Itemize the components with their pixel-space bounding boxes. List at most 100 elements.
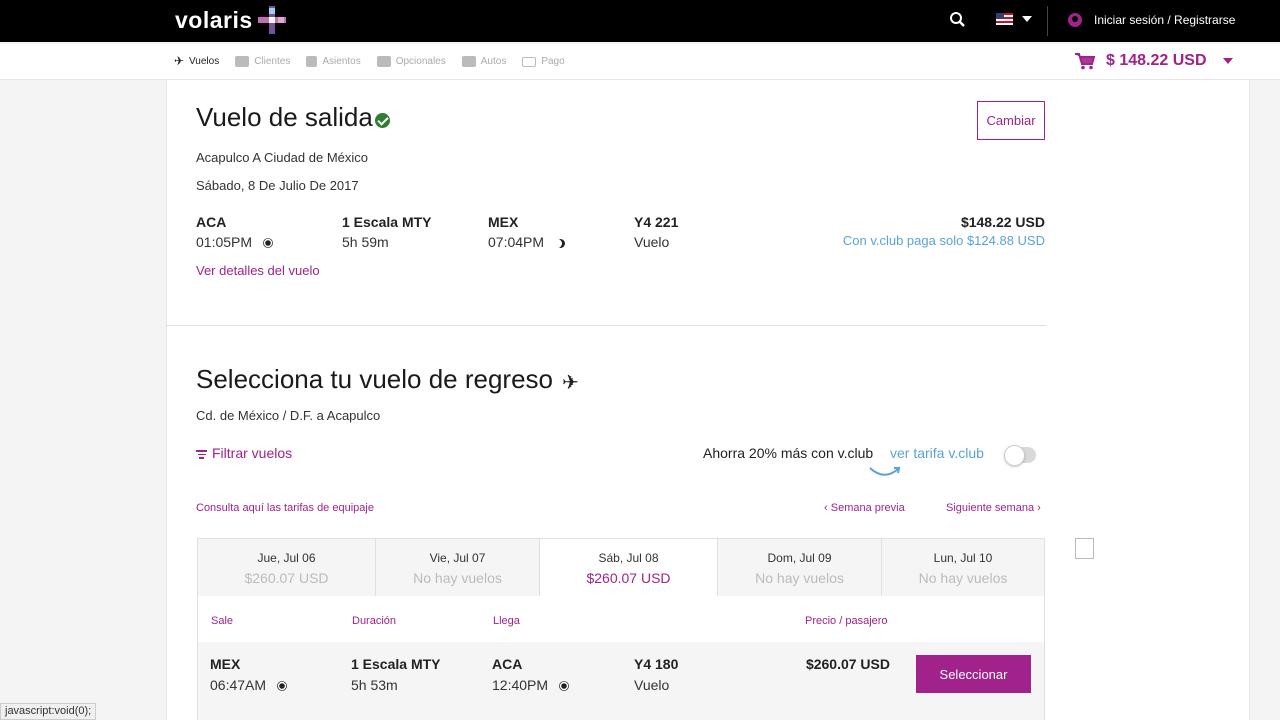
filter-icon bbox=[196, 448, 207, 461]
outbound-flight-type: Vuelo bbox=[634, 234, 670, 250]
next-week-label: Siguiente semana bbox=[946, 502, 1035, 514]
step-label: Vuelos bbox=[189, 56, 220, 67]
return-title: Selecciona tu vuelo de regreso bbox=[196, 364, 554, 394]
step-autos[interactable]: Autos bbox=[461, 56, 507, 67]
flight-number: Y4 180 bbox=[634, 656, 679, 672]
previous-week-link[interactable]: ‹ Semana previa bbox=[824, 502, 905, 514]
date-tab[interactable]: Jue, Jul 06 $260.07 USD bbox=[198, 539, 376, 597]
outbound-date: Sábado, 8 De Julio De 2017 bbox=[196, 178, 359, 193]
tab-price: $260.07 USD bbox=[244, 570, 329, 586]
column-header-price: Precio / pasajero bbox=[805, 615, 888, 627]
extras-icon bbox=[376, 56, 391, 67]
tab-price: $260.07 USD bbox=[586, 570, 671, 586]
outbound-arrive-code: MEX bbox=[488, 214, 519, 230]
flight-depart-time: 06:47AM bbox=[210, 677, 286, 693]
flight-arrive-code: ACA bbox=[492, 656, 523, 672]
tab-price: No hay vuelos bbox=[755, 570, 844, 586]
cart-summary[interactable]: $ 148.22 USD bbox=[1074, 52, 1233, 70]
next-week-link[interactable]: Siguiente semana › bbox=[946, 502, 1041, 514]
vclub-toggle[interactable] bbox=[1004, 445, 1036, 466]
vclub-rate-link[interactable]: ver tarifa v.club bbox=[890, 445, 984, 461]
step-asientos[interactable]: Asientos bbox=[306, 56, 361, 67]
time-value: 06:47AM bbox=[210, 677, 267, 693]
date-tab[interactable]: Vie, Jul 07 No hay vuelos bbox=[376, 539, 540, 597]
tab-day: Lun, Jul 10 bbox=[933, 551, 993, 565]
tab-price: No hay vuelos bbox=[918, 570, 1008, 586]
date-tab[interactable]: Lun, Jul 10 No hay vuelos bbox=[882, 539, 1044, 597]
volaris-logo[interactable]: volaris bbox=[175, 7, 253, 34]
change-flight-button[interactable]: Cambiar bbox=[977, 101, 1045, 140]
card-icon bbox=[522, 56, 537, 67]
arrow-curve-icon bbox=[869, 467, 901, 476]
filter-flights-button[interactable]: Filtrar vuelos bbox=[196, 445, 292, 461]
outbound-stops: 1 Escala MTY bbox=[342, 214, 432, 230]
search-icon[interactable] bbox=[948, 10, 968, 30]
flight-arrive-time: 12:40PM bbox=[492, 677, 568, 693]
date-tabs: Jue, Jul 06 $260.07 USD Vie, Jul 07 No h… bbox=[197, 538, 1045, 597]
step-opcionales[interactable]: Opcionales bbox=[376, 56, 446, 67]
flight-duration: 5h 53m bbox=[351, 677, 398, 693]
tab-price: No hay vuelos bbox=[413, 570, 502, 586]
language-selector[interactable] bbox=[996, 12, 1036, 28]
tab-day: Dom, Jul 09 bbox=[767, 551, 832, 565]
return-route: Cd. de México / D.F. a Acapulco bbox=[196, 408, 381, 423]
section-divider bbox=[166, 325, 1046, 326]
step-label: Opcionales bbox=[395, 56, 446, 67]
status-bar: javascript:void(0); bbox=[0, 703, 97, 720]
moon-icon bbox=[553, 238, 566, 248]
time-value: 12:40PM bbox=[492, 677, 549, 693]
outbound-route: Acapulco A Ciudad de México bbox=[196, 150, 368, 165]
outbound-depart-time: 01:05PM bbox=[196, 234, 272, 250]
step-label: Pago bbox=[541, 56, 565, 67]
column-header-sale: Sale bbox=[211, 615, 234, 627]
baggage-fees-link[interactable]: Consulta aquí las tarifas de equipaje bbox=[196, 502, 374, 514]
chevron-right-icon: › bbox=[1034, 502, 1041, 514]
chevron-down-icon bbox=[1022, 16, 1032, 22]
filter-label: Filtrar vuelos bbox=[212, 445, 293, 461]
user-icon bbox=[1068, 13, 1082, 27]
plane-icon: ✈ bbox=[562, 372, 579, 394]
time-value: 07:04PM bbox=[488, 234, 545, 250]
login-label: Iniciar sesión / Registrarse bbox=[1094, 13, 1236, 27]
outbound-duration: 5h 59m bbox=[342, 234, 389, 250]
outbound-title: Vuelo de salida bbox=[196, 102, 373, 132]
seat-icon bbox=[306, 56, 318, 67]
step-vuelos[interactable]: ✈ Vuelos bbox=[174, 54, 220, 68]
flight-depart-code: MEX bbox=[210, 656, 241, 672]
step-label: Clientes bbox=[254, 56, 291, 67]
tab-day: Jue, Jul 06 bbox=[257, 551, 316, 565]
step-pago[interactable]: Pago bbox=[522, 56, 565, 67]
column-header-duration: Duración bbox=[352, 615, 397, 627]
prev-week-label: Semana previa bbox=[830, 502, 905, 514]
tab-day: Vie, Jul 07 bbox=[429, 551, 486, 565]
date-tab-selected[interactable]: Sáb, Jul 08 $260.07 USD bbox=[540, 539, 718, 597]
us-flag-icon bbox=[996, 13, 1013, 25]
car-icon bbox=[461, 56, 476, 67]
users-icon bbox=[235, 56, 250, 67]
logo-mark-icon bbox=[258, 6, 286, 34]
broken-image-icon bbox=[1075, 538, 1094, 559]
booking-steps: ✈ Vuelos Clientes Asientos Opcionales Au… bbox=[174, 54, 581, 68]
sun-icon bbox=[279, 683, 285, 690]
flight-details-link[interactable]: Ver detalles del vuelo bbox=[196, 263, 320, 278]
date-tab[interactable]: Dom, Jul 09 No hay vuelos bbox=[718, 539, 882, 597]
outbound-depart-code: ACA bbox=[196, 214, 227, 230]
outbound-arrive-time: 07:04PM bbox=[488, 234, 566, 250]
tab-day: Sáb, Jul 08 bbox=[598, 551, 659, 565]
check-icon bbox=[375, 113, 390, 128]
step-label: Autos bbox=[480, 56, 507, 67]
outbound-flight-number: Y4 221 bbox=[634, 214, 679, 230]
cart-icon bbox=[1075, 53, 1096, 70]
vclub-promo: Ahorra 20% más con v.club bbox=[703, 445, 874, 461]
cart-total: $ 148.22 USD bbox=[1106, 52, 1207, 69]
flight-stops: 1 Escala MTY bbox=[351, 656, 441, 672]
flight-type: Vuelo bbox=[634, 677, 670, 693]
select-flight-button[interactable]: Seleccionar bbox=[916, 655, 1031, 693]
step-clientes[interactable]: Clientes bbox=[235, 56, 290, 67]
step-label: Asientos bbox=[322, 56, 361, 67]
time-value: 01:05PM bbox=[196, 234, 253, 250]
vclub-price: $124.88 USD bbox=[966, 233, 1045, 248]
divider bbox=[1047, 6, 1048, 36]
login-link[interactable]: Iniciar sesión / Registrarse bbox=[1068, 11, 1235, 29]
plane-icon: ✈ bbox=[174, 54, 185, 68]
